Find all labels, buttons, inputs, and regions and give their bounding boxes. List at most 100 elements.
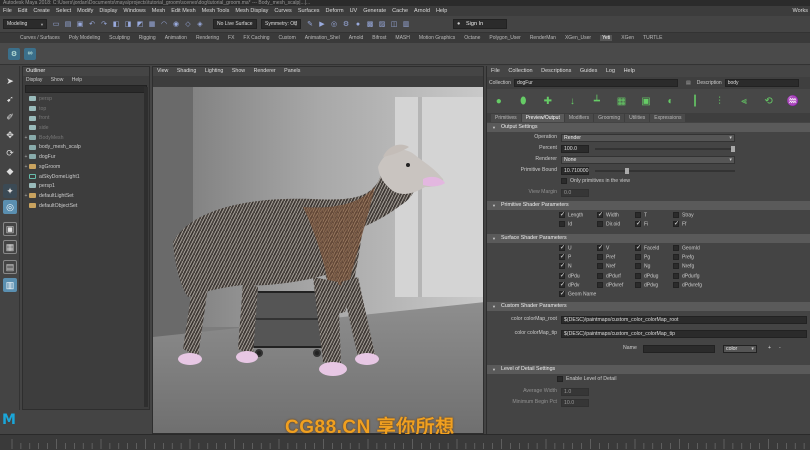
- checkbox-icon[interactable]: [673, 281, 679, 288]
- shelf-tab-sculpting[interactable]: Sculpting: [109, 35, 130, 41]
- checkbox-checked-icon[interactable]: [635, 244, 641, 251]
- menu-help[interactable]: Help: [436, 8, 447, 14]
- checkbox-checked-icon[interactable]: [559, 272, 565, 279]
- open-scene-icon[interactable]: ▤: [63, 19, 73, 29]
- menu-create[interactable]: Create: [33, 8, 50, 14]
- tab-primitives[interactable]: Primitives: [491, 114, 521, 122]
- colormap-tip-field[interactable]: $(DESC)/paintmaps/custom_color_colorMap_…: [561, 330, 807, 338]
- checkbox-icon[interactable]: [673, 263, 679, 270]
- slider-handle[interactable]: [625, 168, 629, 174]
- lod-header[interactable]: Level of Detail Settings: [487, 365, 810, 374]
- snap-curve-icon[interactable]: ◠: [159, 19, 169, 29]
- menu-uv[interactable]: UV: [350, 8, 358, 14]
- redo-icon[interactable]: ↷: [99, 19, 109, 29]
- history-icon[interactable]: ✎: [305, 19, 315, 29]
- checkbox-icon[interactable]: [635, 263, 641, 270]
- checkbox-checked-icon[interactable]: [559, 290, 565, 297]
- checkbox-icon[interactable]: [635, 212, 641, 218]
- viewport-menu-show[interactable]: Show: [232, 68, 245, 74]
- checkbox-icon[interactable]: [597, 254, 603, 261]
- auto-update-icon[interactable]: ♒: [785, 93, 801, 109]
- shelf-tab-rigging[interactable]: Rigging: [139, 35, 156, 41]
- shader-param-checkbox[interactable]: Pg: [635, 254, 650, 263]
- snap-surface-icon[interactable]: ◈: [195, 19, 205, 29]
- guide-settings-icon[interactable]: ▦: [614, 93, 630, 109]
- scale-tool-icon[interactable]: ◆: [3, 164, 17, 178]
- snap-plane-icon[interactable]: ◇: [183, 19, 193, 29]
- menu-mesh-tools[interactable]: Mesh Tools: [202, 8, 230, 14]
- renderer-dropdown[interactable]: None: [561, 156, 735, 164]
- outliner-item[interactable]: top: [23, 105, 149, 115]
- tab-grooming[interactable]: Grooming: [594, 114, 625, 122]
- tab-modifiers[interactable]: Modifiers: [564, 114, 594, 122]
- viewport-menu-panels[interactable]: Panels: [284, 68, 300, 74]
- menu-file[interactable]: File: [3, 8, 12, 14]
- attr-menu-help[interactable]: Help: [624, 68, 635, 74]
- tab-utilities[interactable]: Utilities: [625, 114, 650, 122]
- output-settings-header[interactable]: Output Settings: [487, 123, 810, 132]
- checkbox-icon[interactable]: [597, 272, 603, 279]
- target-tool-icon[interactable]: ◎: [3, 200, 17, 214]
- sign-in-button[interactable]: ● Sign In: [453, 19, 507, 29]
- outliner-item[interactable]: persp: [23, 95, 149, 105]
- outliner-menu-help[interactable]: Help: [72, 77, 82, 83]
- outliner-menu-display[interactable]: Display: [26, 77, 42, 83]
- checkbox-icon[interactable]: [673, 272, 679, 279]
- clear-preview-icon[interactable]: ⫷: [736, 93, 752, 109]
- place-guides-icon[interactable]: ✚: [540, 93, 556, 109]
- shelf-tab-fx-caching[interactable]: FX Caching: [243, 35, 269, 41]
- custom-shader-header[interactable]: Custom Shader Parameters: [487, 302, 810, 311]
- menu-mesh[interactable]: Mesh: [152, 8, 165, 14]
- checkbox-icon[interactable]: [635, 281, 641, 288]
- undo-icon[interactable]: ↶: [87, 19, 97, 29]
- outliner-item[interactable]: + BodyMesh: [23, 134, 149, 144]
- checkbox-checked-icon[interactable]: [559, 262, 565, 270]
- colormap-root-field[interactable]: $(DESC)/paintmaps/custom_color_colorMap_…: [561, 316, 807, 324]
- percent-field[interactable]: 100.0: [561, 145, 589, 153]
- shelf-tab-yeti[interactable]: Yeti: [600, 35, 613, 41]
- live-surface-dropdown[interactable]: No Live Surface: [213, 19, 257, 29]
- ipr-render-icon[interactable]: ◎: [329, 19, 339, 29]
- min-begin-field[interactable]: 10.0: [561, 399, 589, 407]
- rotate-tool-icon[interactable]: ⟳: [3, 146, 17, 160]
- shelf-tab-polygon-user[interactable]: Polygon_User: [489, 35, 520, 41]
- select-object-icon[interactable]: ◨: [123, 19, 133, 29]
- shader-param-checkbox[interactable]: dPdug: [635, 272, 658, 282]
- attr-menu-descriptions[interactable]: Descriptions: [541, 68, 571, 74]
- checkbox-checked-icon[interactable]: [559, 211, 565, 218]
- average-width-field[interactable]: 1.0: [561, 388, 589, 396]
- shader-param-checkbox[interactable]: dPdurf: [597, 272, 621, 282]
- save-scene-icon[interactable]: ▣: [75, 19, 85, 29]
- only-primitives-checkbox-wrap[interactable]: Only primitives in the view: [561, 176, 630, 187]
- checkbox-icon[interactable]: [635, 254, 641, 261]
- add-primitive-icon[interactable]: ●: [491, 93, 507, 109]
- shelf-tab-mash[interactable]: MASH: [395, 35, 409, 41]
- viewport-menu-shading[interactable]: Shading: [177, 68, 196, 74]
- enable-lod-checkbox[interactable]: [557, 375, 563, 382]
- four-view-icon[interactable]: ▦: [3, 240, 17, 254]
- select-hierarchy-icon[interactable]: ◧: [111, 19, 121, 29]
- viewport-menu-renderer[interactable]: Renderer: [254, 68, 276, 74]
- shader-param-checkbox[interactable]: Fi: [635, 220, 648, 230]
- collection-dropdown[interactable]: dogFur: [513, 79, 678, 87]
- outliner-item[interactable]: defaultObjectSet: [23, 202, 149, 212]
- add-guide-icon[interactable]: ↓: [565, 93, 581, 109]
- shelf-tab-turtle[interactable]: TURTLE: [643, 35, 662, 41]
- attr-menu-collection[interactable]: Collection: [508, 68, 532, 74]
- viewport-panel[interactable]: View Shading Lighting Show Renderer Pane…: [152, 66, 484, 434]
- outliner-item[interactable]: aiSkyDomeLight1: [23, 173, 149, 183]
- outliner-item[interactable]: persp1: [23, 182, 149, 192]
- checkbox-icon[interactable]: [673, 245, 679, 251]
- outliner-menu-show[interactable]: Show: [51, 77, 64, 83]
- menu-display[interactable]: Display: [99, 8, 117, 14]
- time-slider[interactable]: [0, 434, 810, 450]
- param-type-dropdown[interactable]: color ▾: [723, 345, 757, 353]
- checkbox-checked-icon[interactable]: [673, 220, 679, 228]
- show-guides-icon[interactable]: ◐: [663, 93, 679, 109]
- menu-mesh-display[interactable]: Mesh Display: [235, 8, 268, 14]
- single-view-icon[interactable]: ▣: [3, 222, 17, 236]
- checkbox-icon[interactable]: [597, 263, 603, 270]
- view-margin-field[interactable]: 0.0: [561, 189, 589, 197]
- outliner-item[interactable]: + dogFur: [23, 153, 149, 163]
- slider-handle[interactable]: [731, 146, 735, 152]
